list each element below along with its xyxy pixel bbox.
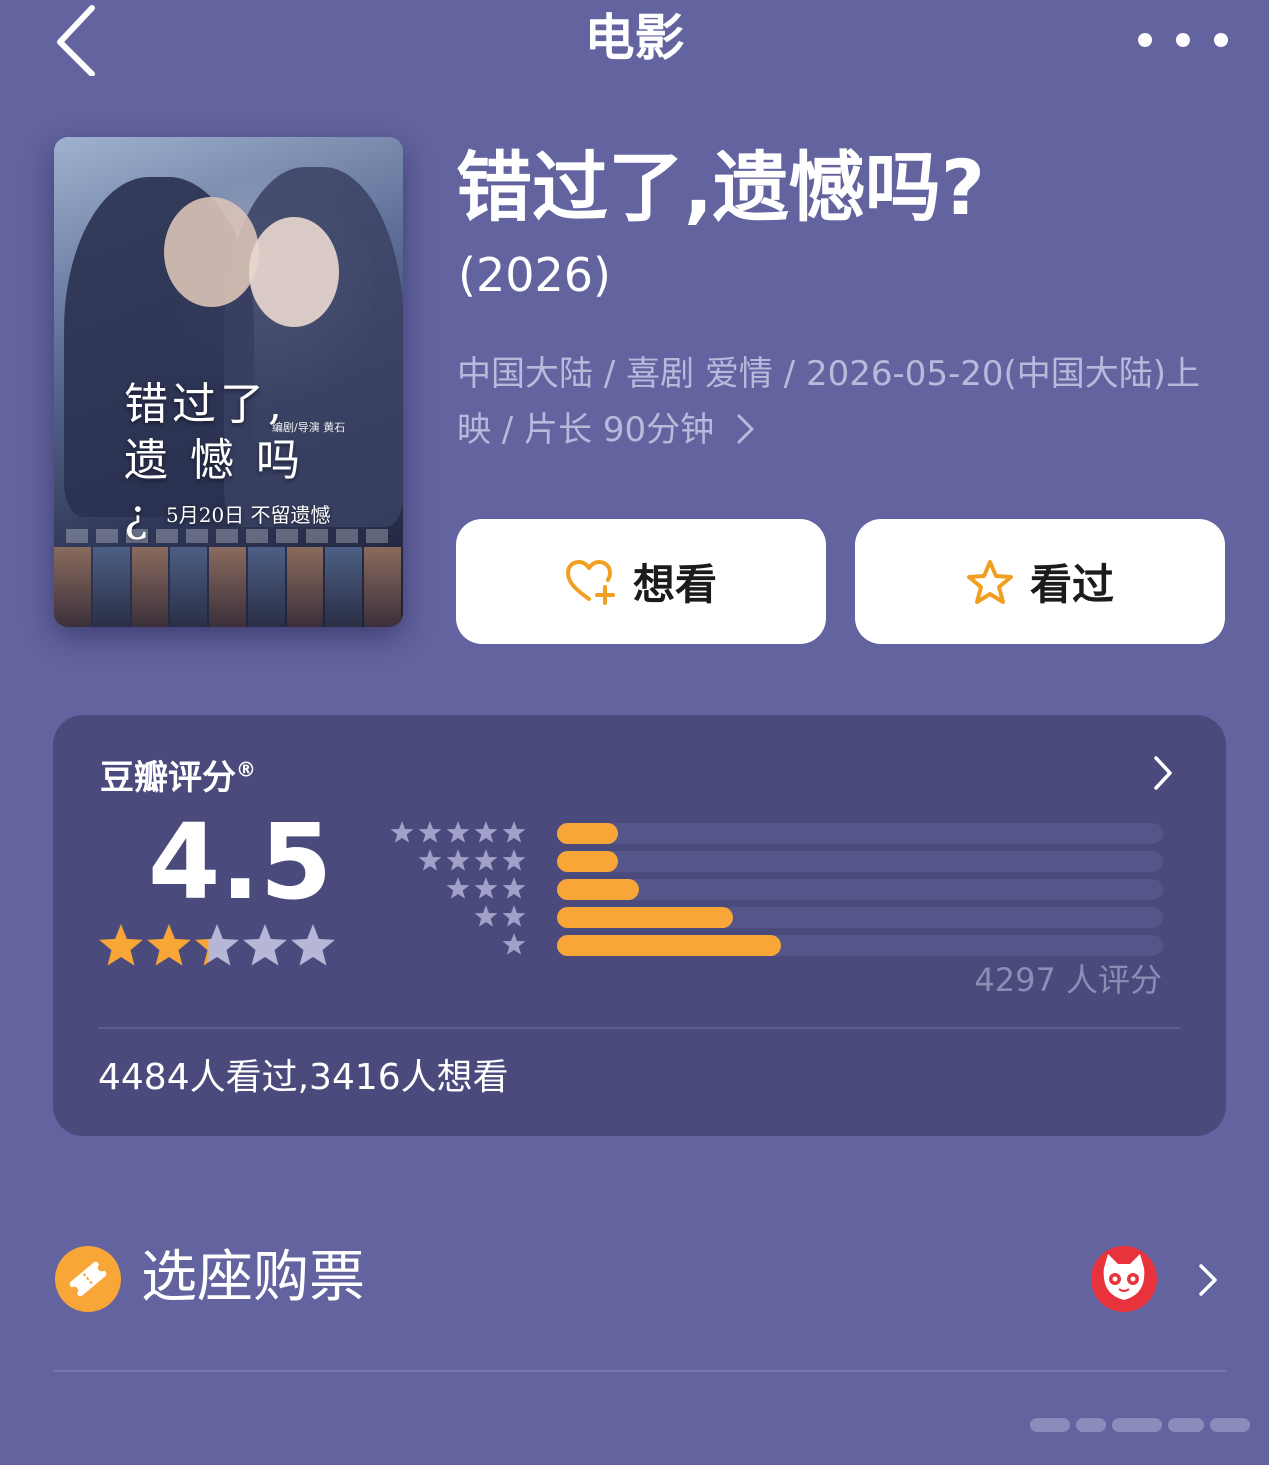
maoyan-cat-logo	[1091, 1246, 1157, 1312]
score-stars	[99, 924, 335, 966]
buy-ticket-label: 选座购票	[141, 1245, 365, 1310]
watermark	[1030, 1405, 1260, 1445]
more-dot	[1214, 33, 1228, 47]
distribution-bar-5-star	[557, 823, 618, 844]
ticket-icon	[55, 1246, 121, 1312]
page-title: 电影	[584, 9, 685, 67]
rating-title-text: 豆瓣评分	[100, 758, 236, 798]
rating-star	[243, 924, 287, 966]
rating-detail-button[interactable]	[1148, 752, 1178, 794]
rating-star	[147, 924, 191, 966]
movie-title: 错过了,遗憾吗?	[456, 143, 985, 232]
chevron-right-icon	[1154, 756, 1172, 790]
distribution-bar-1-star	[557, 935, 782, 956]
distribution-bar-track	[557, 879, 1163, 900]
buy-ticket-row[interactable]: 选座购票	[53, 1230, 1226, 1330]
rating-title: 豆瓣评分®	[100, 750, 256, 799]
poster-cast-strip	[54, 547, 403, 627]
distribution-star-label-1	[502, 933, 526, 955]
divider	[53, 1370, 1226, 1372]
more-dots-icon	[1138, 33, 1152, 47]
poster-cast-text	[66, 529, 391, 543]
rating-star	[291, 924, 335, 966]
watched-label: 看过	[1029, 560, 1114, 609]
distribution-star-label-4	[418, 849, 526, 871]
heart-plus-icon	[565, 559, 615, 605]
rating-count: 4297 人评分	[974, 961, 1162, 999]
want-to-watch-label: 想看	[632, 560, 717, 609]
poster-date: 5月20日 不留遗憾	[166, 503, 331, 527]
movie-year: (2026)	[458, 248, 611, 302]
distribution-bar-3-star	[557, 879, 639, 900]
distribution-bar-4-star	[557, 851, 618, 872]
distribution-star-labels	[390, 821, 526, 955]
more-button[interactable]	[1138, 20, 1228, 60]
poster-face	[249, 217, 339, 327]
rating-star	[195, 924, 239, 966]
registered-mark: ®	[236, 757, 256, 782]
distribution-star-label-2	[474, 905, 526, 927]
want-to-watch-button[interactable]: 想看	[456, 519, 826, 644]
distribution-bar-track	[557, 907, 1163, 928]
distribution-star-label-5	[390, 821, 526, 843]
watched-button[interactable]: 看过	[855, 519, 1225, 644]
chevron-right-icon	[1199, 1264, 1217, 1296]
chevron-right-icon	[725, 410, 757, 450]
poster-credit: 编剧/导演 黄石	[272, 421, 346, 434]
rating-score: 4.5	[148, 801, 333, 923]
watch-stats: 4484人看过,3416人想看	[98, 1057, 509, 1098]
more-dot	[1176, 33, 1190, 47]
distribution-bar-track	[557, 823, 1163, 844]
distribution-bar-track	[557, 851, 1163, 872]
poster-face	[164, 197, 259, 307]
distribution-bar-track	[557, 935, 1163, 956]
rating-distribution-bars	[557, 823, 1163, 963]
divider	[98, 1027, 1180, 1029]
distribution-bar-2-star	[557, 907, 733, 928]
distribution-star-label-3	[446, 877, 526, 899]
movie-poster[interactable]: 错过了, 遗 憾 吗¿ 编剧/导演 黄石 5月20日 不留遗憾	[54, 137, 403, 627]
movie-meta-text: 中国大陆 / 喜剧 爱情 / 2026-05-20(中国大陆)上映 / 片长 9…	[457, 354, 1201, 450]
movie-meta[interactable]: 中国大陆 / 喜剧 爱情 / 2026-05-20(中国大陆)上映 / 片长 9…	[457, 346, 1207, 458]
rating-star	[99, 924, 143, 966]
star-outline-icon	[966, 559, 1013, 604]
